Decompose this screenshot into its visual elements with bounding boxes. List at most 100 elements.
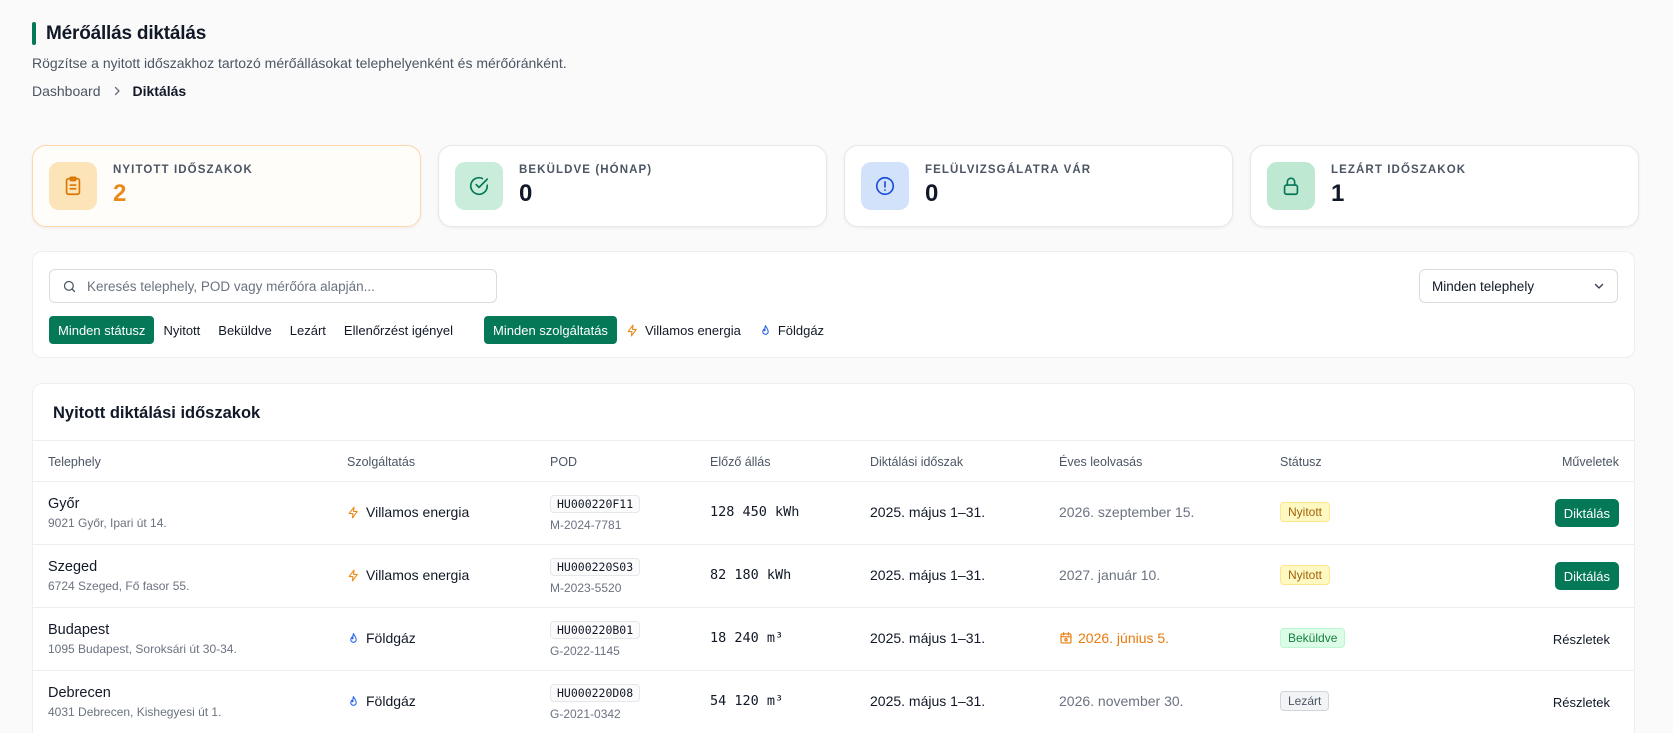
stat-card-review[interactable]: FELÜLVIZSGÁLATRA VÁR 0 [844,145,1233,227]
pod-code: HU000220B01 [550,621,641,639]
filter-chips: Minden státusz Nyitott Beküldve Lezárt E… [49,316,833,344]
page-title-row: Mérőállás diktálás [32,22,206,45]
flame-icon [350,632,357,643]
site-address: 6724 Szeged, Fő fasor 55. [48,579,190,593]
service-cell: Földgáz [347,630,416,646]
page-title: Mérőállás diktálás [46,22,207,44]
status-badge: Lezárt [1280,691,1330,711]
breadcrumb-dashboard-link[interactable]: Dashboard [32,83,101,99]
col-status: Státusz [1280,455,1322,469]
col-annual: Éves leolvasás [1059,455,1143,469]
annual-reading: 2026. november 30. [1059,693,1184,709]
site-select[interactable]: Minden telephely [1419,269,1618,303]
reading-period: 2025. május 1–31. [870,567,986,583]
chevron-down-icon [1593,280,1605,292]
stat-card-open-periods[interactable]: NYITOTT IDŐSZAKOK 2 [32,145,421,227]
service-cell: Földgáz [347,693,416,709]
table-title: Nyitott diktálási időszakok [53,404,261,422]
lock-icon [1267,162,1315,210]
reading-period: 2025. május 1–31. [870,630,986,646]
col-service: Szolgáltatás [347,455,416,469]
col-prev: Előző állás [710,455,771,469]
reading-period: 2025. május 1–31. [870,504,986,520]
service-label: Földgáz [366,693,416,709]
stat-value: 0 [519,180,533,207]
status-badge: Nyitott [1280,565,1331,585]
search-input[interactable] [87,278,467,294]
table-row: Győr 9021 Győr, Ipari út 14. Villamos en… [33,482,1634,545]
alert-circle-icon [861,162,909,210]
dictate-button[interactable]: Diktálás [1554,499,1619,527]
meter-id: G-2021-0342 [550,707,621,721]
chip-label: Földgáz [777,322,825,338]
stat-card-submitted[interactable]: BEKÜLDVE (HÓNAP) 0 [438,145,827,227]
service-label: Földgáz [366,630,416,646]
col-period: Diktálási időszak [870,455,964,469]
site-name: Győr [48,496,80,512]
col-site: Telephely [48,455,101,469]
previous-reading: 18 240 m³ [710,630,784,646]
periods-table-panel: Nyitott diktálási időszakok Telephely Sz… [32,383,1635,733]
search-box [49,269,497,303]
reading-period: 2025. május 1–31. [870,693,986,709]
status-badge: Nyitott [1280,502,1331,522]
col-pod: POD [550,455,578,469]
flame-icon [762,324,769,335]
stat-label: LEZÁRT IDŐSZAKOK [1331,164,1467,176]
site-name: Debrecen [48,685,111,701]
site-address: 4031 Debrecen, Kishegyesi út 1. [48,705,222,719]
previous-reading: 54 120 m³ [710,693,784,709]
service-cell: Villamos energia [347,567,469,583]
table-header: Telephely Szolgáltatás POD Előző állás D… [33,440,1634,482]
annual-reading: 2026. szeptember 15. [1059,504,1195,520]
chip-label: Villamos energia [644,322,741,338]
chip-status-needs-review[interactable]: Ellenőrzést igényel [335,316,462,344]
bolt-icon [348,506,358,518]
chip-all-status[interactable]: Minden státusz [49,316,155,344]
site-name: Szeged [48,559,98,575]
page-subtitle: Rögzítse a nyitott időszakhoz tartozó mé… [32,55,567,71]
chip-service-gas[interactable]: Földgáz [750,316,833,344]
check-circle-icon [455,162,503,210]
pod-code: HU000220F11 [550,495,641,513]
table-row: Szeged 6724 Szeged, Fő fasor 55. Villamo… [33,545,1634,608]
dictate-button[interactable]: Diktálás [1554,562,1619,590]
meter-id: M-2024-7781 [550,518,622,532]
bolt-icon [348,569,358,581]
previous-reading: 82 180 kWh [710,567,792,583]
chip-status-open[interactable]: Nyitott [154,316,209,344]
chip-service-electricity[interactable]: Villamos energia [617,316,750,344]
site-address: 9021 Győr, Ipari út 14. [48,516,167,530]
stats-row: NYITOTT IDŐSZAKOK 2 BEKÜLDVE (HÓNAP) 0 F… [32,145,1639,227]
previous-reading: 128 450 kWh [710,504,800,520]
chip-status-closed[interactable]: Lezárt [281,316,335,344]
site-address: 1095 Budapest, Soroksári út 30-34. [48,642,237,656]
breadcrumb: Dashboard Diktálás [32,83,186,99]
breadcrumb-current: Diktálás [132,83,187,99]
filter-panel: Minden telephely Minden státusz Nyitott … [32,251,1635,358]
site-select-value: Minden telephely [1432,278,1535,294]
stat-label: NYITOTT IDŐSZAKOK [113,164,253,176]
clipboard-icon [49,162,97,210]
service-label: Villamos energia [366,504,470,520]
calendar-icon [1060,632,1072,644]
meter-id: M-2023-5520 [550,581,622,595]
stat-card-closed[interactable]: LEZÁRT IDŐSZAKOK 1 [1250,145,1639,227]
table-row: Debrecen 4031 Debrecen, Kishegyesi út 1.… [33,671,1634,733]
chip-status-submitted[interactable]: Beküldve [209,316,280,344]
annual-reading: 2026. június 5. [1059,630,1169,646]
site-name: Budapest [48,622,110,638]
chip-all-services[interactable]: Minden szolgáltatás [484,316,617,344]
stat-label: FELÜLVIZSGÁLATRA VÁR [925,164,1092,176]
table-row: Budapest 1095 Budapest, Soroksári út 30-… [33,608,1634,671]
chevron-right-icon [111,85,123,97]
stat-value: 0 [925,180,939,207]
details-button[interactable]: Részletek [1544,688,1619,716]
search-icon [62,279,77,294]
status-badge: Beküldve [1280,628,1346,648]
details-button[interactable]: Részletek [1544,625,1619,653]
bolt-icon [627,324,637,336]
service-cell: Villamos energia [347,504,469,520]
annual-reading: 2027. január 10. [1059,567,1161,583]
pod-code: HU000220S03 [550,558,641,576]
